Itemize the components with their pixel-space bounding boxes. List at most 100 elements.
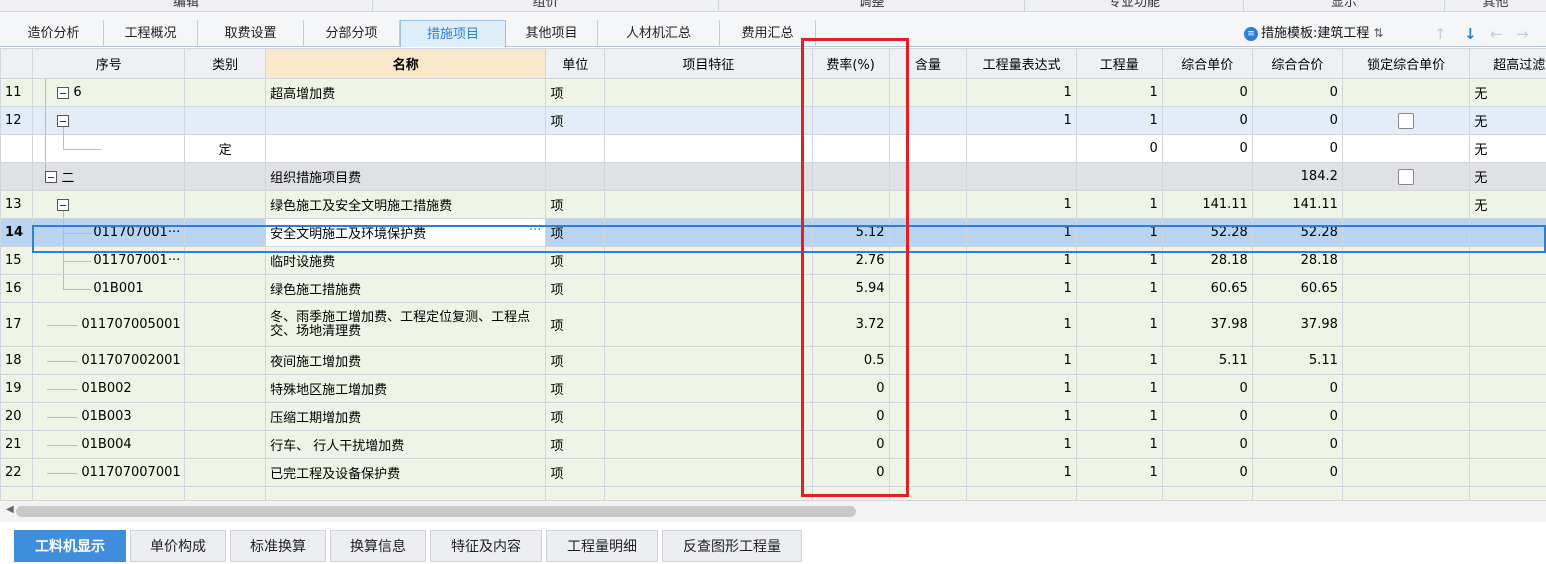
type-cell[interactable] <box>184 106 267 135</box>
rate-cell[interactable] <box>811 78 890 107</box>
unit-cell[interactable]: 项 <box>545 430 606 459</box>
tab-sub-items[interactable]: 分部分项 <box>304 20 400 47</box>
content-cell[interactable] <box>888 302 968 347</box>
col-header-rate[interactable]: 费率(%) <box>811 48 890 79</box>
expression-cell[interactable]: 1 <box>966 106 1077 135</box>
unit-cell[interactable]: 项 <box>545 402 606 431</box>
table-row[interactable]: 16 01B001 绿色施工措施费 项 5.94 1 1 60.65 60.65 <box>0 274 1546 303</box>
lock-cell[interactable] <box>1341 162 1471 191</box>
lock-cell[interactable] <box>1341 274 1471 303</box>
content-cell[interactable] <box>888 374 968 403</box>
unit-cell[interactable]: 项 <box>545 106 606 135</box>
unit-price-cell[interactable]: 0 <box>1161 458 1253 487</box>
move-up-icon[interactable]: ↑ <box>1434 26 1447 42</box>
code-cell[interactable]: 01B003 <box>32 402 186 431</box>
filter-cell[interactable] <box>1469 346 1546 375</box>
filter-cell[interactable] <box>1469 430 1546 459</box>
lock-cell[interactable] <box>1341 134 1471 163</box>
code-cell[interactable]: 011707001··· <box>32 246 186 275</box>
feature-cell[interactable] <box>604 458 813 487</box>
quantity-cell[interactable]: 0 <box>1075 134 1163 163</box>
unit-price-cell[interactable]: 28.18 <box>1161 246 1253 275</box>
table-row[interactable]: 22 011707007001 已完工程及设备保护费 项 0 1 1 0 0 <box>0 458 1546 487</box>
content-cell[interactable] <box>888 106 968 135</box>
total-cell[interactable]: 0 <box>1251 78 1343 107</box>
content-cell[interactable] <box>888 218 968 247</box>
collapse-icon[interactable] <box>57 114 70 127</box>
col-header-quantity[interactable]: 工程量 <box>1075 48 1163 79</box>
name-cell[interactable] <box>265 106 547 135</box>
table-row-selected[interactable]: 14 011707001··· 安全文明施工及环境保护费 ··· 项 5.12 … <box>0 218 1546 247</box>
unit-cell[interactable]: 项 <box>545 346 606 375</box>
tab-standard-conversion[interactable]: 标准换算 <box>230 530 326 562</box>
quantity-cell[interactable]: 1 <box>1075 402 1163 431</box>
col-header-feature[interactable]: 项目特征 <box>604 48 813 79</box>
tab-quantity-detail[interactable]: 工程量明细 <box>546 530 658 562</box>
unit-price-cell[interactable]: 52.28 <box>1161 218 1253 247</box>
tab-project-overview[interactable]: 工程概况 <box>104 20 198 47</box>
col-header-name[interactable]: 名称 <box>265 48 547 79</box>
move-right-icon[interactable]: → <box>1516 26 1529 42</box>
total-cell[interactable]: 0 <box>1251 430 1343 459</box>
feature-cell[interactable] <box>604 430 813 459</box>
name-cell[interactable]: 组织措施项目费 <box>265 162 547 191</box>
feature-cell[interactable] <box>604 302 813 347</box>
expression-cell[interactable] <box>966 134 1077 163</box>
lock-cell[interactable] <box>1341 78 1471 107</box>
type-cell[interactable] <box>184 458 267 487</box>
content-cell[interactable] <box>888 458 968 487</box>
name-cell[interactable]: 绿色施工及安全文明施工措施费 <box>265 190 547 219</box>
unit-price-cell[interactable]: 0 <box>1161 106 1253 135</box>
unit-price-cell[interactable]: 5.11 <box>1161 346 1253 375</box>
tab-other-items[interactable]: 其他项目 <box>506 20 598 47</box>
unit-cell[interactable]: 项 <box>545 246 606 275</box>
col-header-type[interactable]: 类别 <box>184 48 267 79</box>
code-cell[interactable]: 01B002 <box>32 374 186 403</box>
feature-cell[interactable] <box>604 190 813 219</box>
name-cell[interactable]: 安全文明施工及环境保护费 ··· <box>265 218 547 247</box>
scrollbar-thumb[interactable] <box>16 506 856 517</box>
more-options-icon[interactable]: ··· <box>529 223 541 238</box>
code-cell[interactable] <box>32 106 186 135</box>
table-row[interactable]: 定 0 0 0 无 <box>0 134 1546 163</box>
rate-cell[interactable] <box>811 106 890 135</box>
unit-price-cell[interactable]: 0 <box>1161 430 1253 459</box>
expression-cell[interactable]: 1 <box>966 190 1077 219</box>
total-cell[interactable]: 52.28 <box>1251 218 1343 247</box>
lock-price-checkbox[interactable] <box>1398 168 1415 185</box>
code-cell[interactable]: 6 <box>32 78 186 107</box>
code-cell[interactable] <box>32 190 186 219</box>
filter-cell[interactable] <box>1469 302 1546 347</box>
feature-cell[interactable] <box>604 78 813 107</box>
total-cell[interactable]: 60.65 <box>1251 274 1343 303</box>
rate-cell[interactable]: 5.94 <box>811 274 890 303</box>
horizontal-scrollbar[interactable]: ◀ <box>0 500 1546 522</box>
unit-price-cell[interactable]: 0 <box>1161 374 1253 403</box>
type-cell[interactable] <box>184 302 267 347</box>
unit-cell[interactable]: 项 <box>545 190 606 219</box>
tab-fee-summary[interactable]: 费用汇总 <box>720 20 816 47</box>
rate-cell[interactable]: 3.72 <box>811 302 890 347</box>
rate-cell[interactable]: 0 <box>811 374 890 403</box>
feature-cell[interactable] <box>604 402 813 431</box>
total-cell[interactable]: 0 <box>1251 402 1343 431</box>
content-cell[interactable] <box>888 274 968 303</box>
expression-cell[interactable]: 1 <box>966 430 1077 459</box>
lock-cell[interactable] <box>1341 106 1471 135</box>
code-cell[interactable]: 二 <box>32 162 186 191</box>
tab-measures[interactable]: 措施项目 <box>400 20 506 47</box>
expression-cell[interactable]: 1 <box>966 302 1077 347</box>
filter-cell[interactable]: 无 <box>1469 134 1546 163</box>
content-cell[interactable] <box>888 162 968 191</box>
tab-material-display[interactable]: 工料机显示 <box>14 530 126 562</box>
tab-material-summary[interactable]: 人材机汇总 <box>598 20 720 47</box>
tab-conversion-info[interactable]: 换算信息 <box>330 530 426 562</box>
col-header-unit[interactable]: 单位 <box>545 48 606 79</box>
quantity-cell[interactable]: 1 <box>1075 246 1163 275</box>
col-header-expression[interactable]: 工程量表达式 <box>966 48 1077 79</box>
col-header-code[interactable]: 序号 <box>32 48 186 79</box>
quantity-cell[interactable]: 1 <box>1075 274 1163 303</box>
content-cell[interactable] <box>888 134 968 163</box>
unit-price-cell[interactable]: 0 <box>1161 134 1253 163</box>
code-cell[interactable]: 011707005001 <box>32 302 186 347</box>
